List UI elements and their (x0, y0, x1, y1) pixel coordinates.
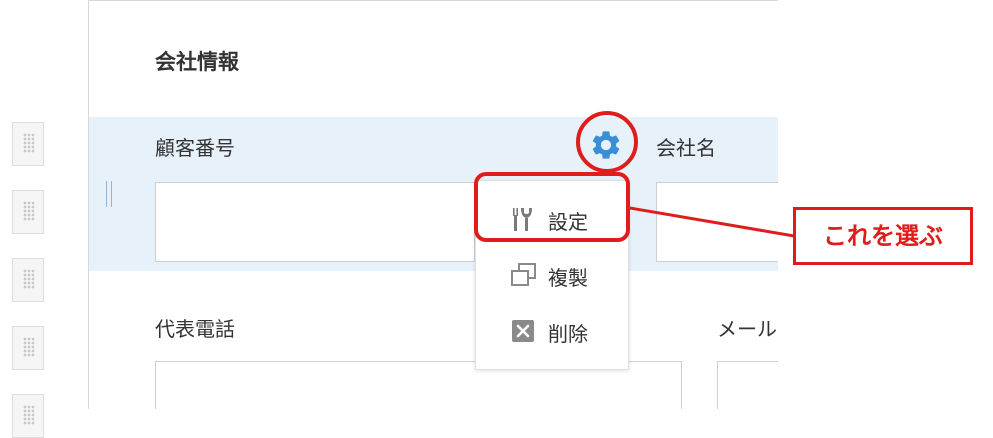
section-title: 会社情報 (155, 50, 239, 74)
settings-emphasis-box (474, 172, 630, 242)
duplicate-icon (508, 261, 538, 289)
menu-item-duplicate-label: 複製 (548, 266, 588, 290)
menu-item-delete-label: 削除 (548, 322, 588, 346)
company-name-label: 会社名 (656, 136, 716, 160)
gear-emphasis-circle (576, 111, 638, 173)
customer-number-label: 顧客番号 (155, 136, 235, 160)
main-phone-label: 代表電話 (155, 317, 235, 341)
annotation-callout: これを選ぶ (793, 207, 973, 265)
drag-handle-icon (23, 337, 35, 357)
drag-handle-icon (23, 133, 35, 153)
email-label: メール (717, 317, 777, 341)
email-field[interactable] (717, 361, 778, 409)
customer-number-field[interactable] (155, 182, 475, 262)
palette-item[interactable] (12, 122, 44, 166)
palette-item[interactable] (12, 258, 44, 302)
drag-handle-icon (23, 269, 35, 289)
row-drag-handle[interactable] (106, 181, 112, 207)
drag-handle-icon (23, 405, 35, 425)
menu-item-duplicate[interactable]: 複製 (476, 249, 630, 301)
delete-x-icon (508, 317, 538, 345)
palette-item[interactable] (12, 326, 44, 370)
palette-item[interactable] (12, 190, 44, 234)
drag-handle-icon (23, 201, 35, 221)
palette-item[interactable] (12, 394, 44, 438)
callout-connector (630, 206, 795, 238)
menu-item-delete[interactable]: 削除 (476, 305, 630, 357)
